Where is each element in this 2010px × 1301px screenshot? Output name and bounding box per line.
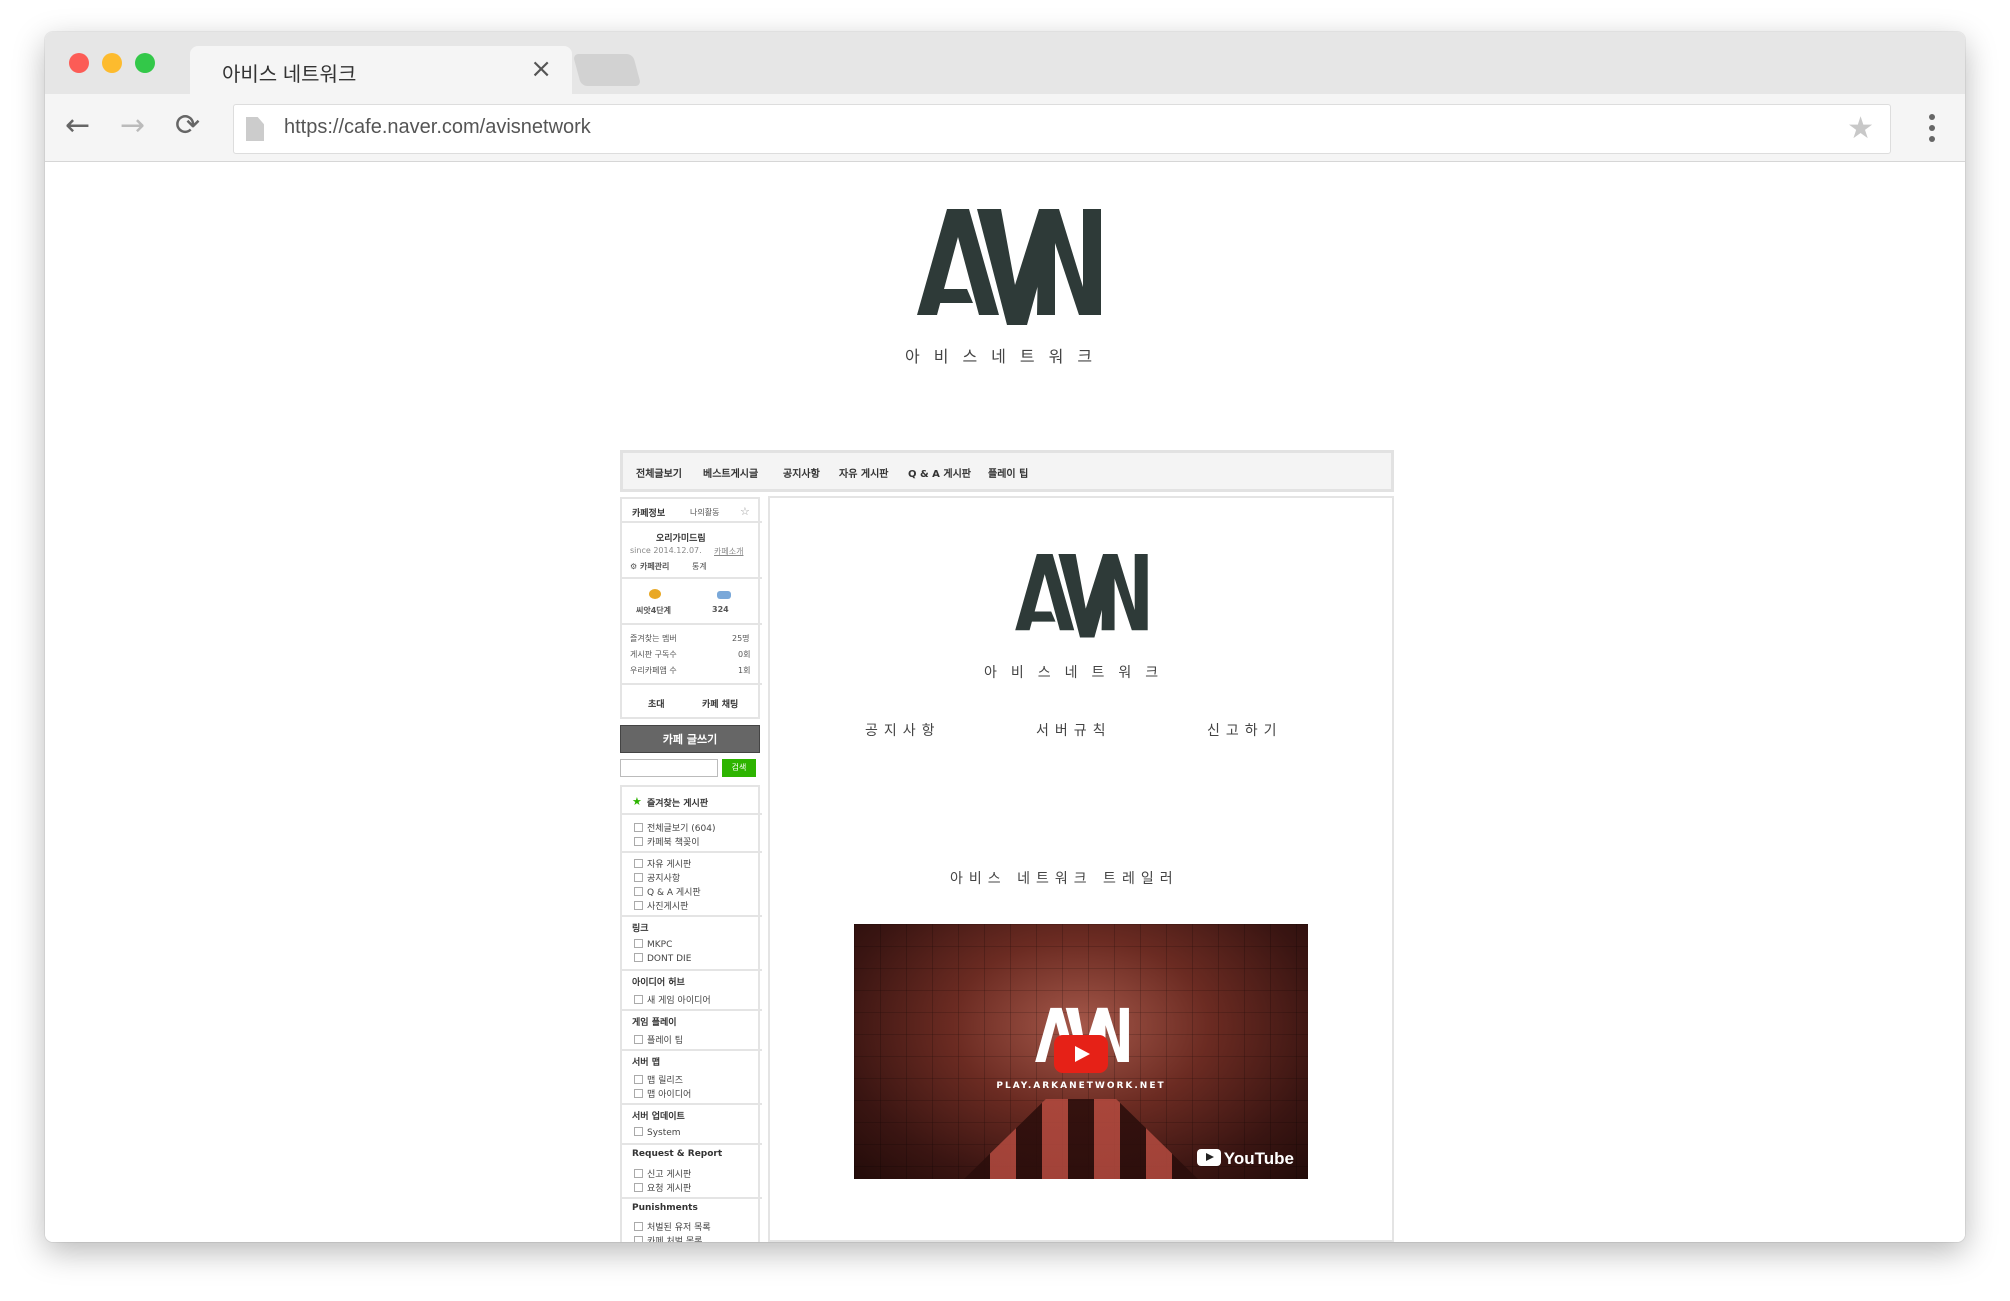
browser-tab[interactable]: 아비스 네트워크 × — [190, 46, 572, 94]
since-date: since 2014.12.07. — [630, 546, 702, 555]
cafe-apps-label: 우리카페앱 수 — [630, 666, 677, 675]
board-cafe-book[interactable]: 카페북 책꽂이 — [634, 835, 700, 848]
cafe-admin-link[interactable]: ⚙ 카페관리 — [630, 561, 669, 572]
board-all-posts[interactable]: 전체글보기 (604) — [634, 821, 715, 834]
menu-notice[interactable]: 공지사항 — [783, 465, 820, 480]
game-play-header: 게임 플레이 — [632, 1018, 677, 1028]
play-button-icon[interactable] — [1054, 1035, 1108, 1073]
tab-close-icon[interactable]: × — [530, 54, 552, 84]
site-subtitle: 아비스네트워크 — [905, 347, 1107, 366]
new-tab-button[interactable] — [572, 54, 642, 86]
trailer-video[interactable]: PLAY.ARKANETWORK.NET YouTube — [854, 924, 1308, 1179]
menu-free-board[interactable]: 자유 게시판 — [839, 465, 888, 480]
browser-toolbar: ← → ⟳ https://cafe.naver.com/avisnetwork… — [45, 94, 1965, 162]
page-content: 아비스네트워크 전체글보기 베스트게시글 공지사항 자유 게시판 Q & A 게… — [45, 163, 1965, 1242]
back-icon[interactable]: ← — [65, 111, 90, 141]
board-free[interactable]: 자유 게시판 — [634, 857, 691, 870]
board-dont-die[interactable]: DONT DIE — [634, 953, 691, 964]
maximize-window-button[interactable] — [135, 53, 155, 73]
fav-boards-header[interactable]: 즐겨찾는 게시판 — [647, 796, 708, 809]
main-content: 아비스네트워크 공지사항 서버규칙 신고하기 아비스 네트워크 트레일러 PLA… — [768, 496, 1394, 1242]
youtube-label: YouTube — [1223, 1149, 1294, 1168]
board-subs-label: 게시판 구독수 — [630, 650, 677, 659]
board-punished-users[interactable]: 처벌된 유저 목록 — [634, 1220, 711, 1233]
report-link[interactable]: 신고하기 — [1207, 720, 1283, 740]
bookmark-star-icon[interactable]: ★ — [1847, 111, 1874, 146]
board-report[interactable]: 신고 게시판 — [634, 1167, 691, 1180]
board-mkpc[interactable]: MKPC — [634, 939, 672, 950]
browser-menu-icon[interactable] — [1929, 114, 1935, 147]
star-icon[interactable]: ☆ — [740, 505, 750, 518]
cafe-search-input[interactable] — [620, 759, 718, 777]
members-icon — [717, 591, 731, 599]
cafe-manager[interactable]: 오리가미드림 — [656, 531, 706, 544]
cafe-write-button[interactable]: 카페 글쓰기 — [620, 725, 760, 753]
board-new-game-idea[interactable]: 새 게임 아이디어 — [634, 993, 711, 1006]
board-subs-value: 0회 — [738, 650, 751, 659]
fav-members-value: 25명 — [732, 634, 750, 643]
cafe-menu-bar: 전체글보기 베스트게시글 공지사항 자유 게시판 Q & A 게시판 플레이 팁 — [620, 450, 1394, 492]
main-subtitle: 아비스네트워크 — [984, 665, 1173, 681]
avn-logo-main — [1015, 553, 1148, 638]
menu-all-posts[interactable]: 전체글보기 — [636, 465, 682, 480]
video-url-text: PLAY.ARKANETWORK.NET — [996, 1081, 1166, 1091]
board-play-tips[interactable]: 플레이 팁 — [634, 1033, 683, 1046]
close-window-button[interactable] — [69, 53, 89, 73]
board-map-release[interactable]: 맵 릴리즈 — [634, 1073, 683, 1086]
tab-my-activity[interactable]: 나의활동 — [690, 507, 719, 518]
youtube-logo[interactable]: YouTube — [1196, 1149, 1294, 1169]
board-notice[interactable]: 공지사항 — [634, 871, 680, 884]
server-map-header: 서버 맵 — [632, 1058, 660, 1068]
cafe-info-box: 카페정보 나의활동 ☆ 오리가미드림 since 2014.12.07. 카페소… — [620, 497, 762, 719]
board-cafe-punish[interactable]: 카페 처벌 목록 — [634, 1234, 702, 1242]
trailer-title: 아비스 네트워크 트레일러 — [950, 871, 1179, 887]
board-system[interactable]: System — [634, 1127, 681, 1138]
page-icon — [246, 117, 264, 141]
punishments-header: Punishments — [632, 1203, 698, 1213]
level-icon — [649, 589, 661, 599]
minimize-window-button[interactable] — [102, 53, 122, 73]
board-photo[interactable]: 사진게시판 — [634, 899, 688, 912]
board-map-idea[interactable]: 맵 아이디어 — [634, 1087, 691, 1100]
cafe-search-button[interactable]: 검색 — [722, 759, 756, 777]
links-header: 링크 — [632, 924, 649, 934]
board-qna[interactable]: Q & A 게시판 — [634, 885, 701, 898]
invite-button[interactable]: 초대 — [648, 697, 665, 710]
fav-members-label: 즐겨찾는 멤버 — [630, 634, 677, 643]
tab-title: 아비스 네트워크 — [222, 64, 357, 86]
notice-link[interactable]: 공지사항 — [865, 720, 941, 740]
browser-window: 아비스 네트워크 × ← → ⟳ https://cafe.naver.com/… — [45, 32, 1965, 1242]
cafe-intro-link[interactable]: 카페소개 — [714, 546, 743, 557]
fav-star-icon: ★ — [632, 795, 642, 808]
cafe-chat-button[interactable]: 카페 채팅 — [702, 697, 738, 710]
board-list: ★ 즐겨찾는 게시판 전체글보기 (604) 카페북 책꽂이 자유 게시판 공지… — [620, 785, 762, 1242]
idea-hub-header: 아이디어 허브 — [632, 978, 685, 988]
tab-cafe-info[interactable]: 카페정보 — [632, 506, 665, 519]
member-count[interactable]: 324 — [712, 605, 729, 614]
address-bar[interactable]: https://cafe.naver.com/avisnetwork ★ — [233, 104, 1891, 154]
avn-logo[interactable] — [907, 207, 1107, 325]
menu-play-tips[interactable]: 플레이 팁 — [988, 465, 1028, 480]
tab-strip: 아비스 네트워크 × — [45, 32, 1965, 94]
server-update-header: 서버 업데이트 — [632, 1112, 685, 1122]
stats-link[interactable]: 통계 — [692, 561, 707, 572]
board-request[interactable]: 요청 게시판 — [634, 1181, 691, 1194]
forward-icon[interactable]: → — [120, 111, 145, 141]
url-text[interactable]: https://cafe.naver.com/avisnetwork — [284, 116, 591, 139]
cafe-level: 씨앗4단계 — [636, 606, 672, 615]
sidebar: 카페정보 나의활동 ☆ 오리가미드림 since 2014.12.07. 카페소… — [620, 497, 762, 1242]
reload-icon[interactable]: ⟳ — [175, 111, 200, 141]
cafe-apps-value: 1회 — [738, 666, 751, 675]
menu-best-posts[interactable]: 베스트게시글 — [703, 465, 758, 480]
menu-qna-board[interactable]: Q & A 게시판 — [908, 465, 971, 480]
youtube-icon — [1196, 1149, 1221, 1166]
server-rules-link[interactable]: 서버규칙 — [1036, 720, 1112, 740]
request-report-header: Request & Report — [632, 1149, 723, 1159]
